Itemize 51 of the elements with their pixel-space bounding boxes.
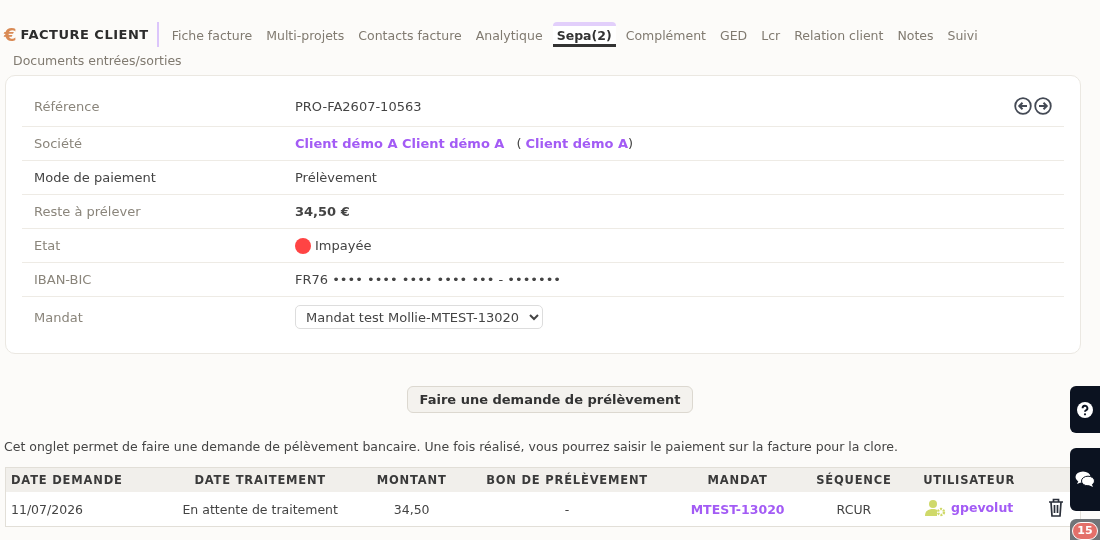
tab[interactable]: Analytique (471, 22, 547, 47)
tab[interactable]: Documents entrées/sorties (9, 47, 186, 72)
field-label: Etat (34, 238, 62, 253)
tab[interactable]: Contacts facture (354, 22, 466, 47)
field-label: Référence (34, 98, 101, 114)
field-label: Mandat (34, 309, 84, 325)
tab[interactable]: Sepa(2) (552, 22, 616, 47)
field-value: PRO-FA2607-10563 (295, 98, 422, 114)
tab[interactable]: Suivi (943, 22, 982, 47)
column-header: MANDAT (673, 467, 802, 492)
column-header: DATE TRAITEMENT (157, 467, 363, 492)
status-text: Impayée (315, 238, 372, 253)
field-value: Prélèvement (295, 170, 377, 185)
tab[interactable]: Fiche facture (167, 22, 257, 47)
table-cell: - (460, 492, 674, 527)
table-cell: 11/07/2026 (5, 492, 158, 527)
field-label: Reste à prélever (34, 204, 142, 219)
tab[interactable]: Lcr (757, 22, 785, 47)
chat-button[interactable] (1070, 448, 1100, 511)
column-header: UTILISATEUR (906, 467, 1032, 492)
field-value: 34,50 € (295, 204, 350, 219)
tab[interactable]: Multi-projets (262, 22, 349, 47)
request-debit-button[interactable]: Faire une demande de prélèvement (406, 386, 694, 413)
field-label: Société (34, 136, 84, 151)
company-link[interactable]: Client démo A Client démo A (295, 136, 505, 151)
euro-icon: € (4, 24, 17, 45)
field-value: FR76 •••• •••• •••• •••• ••• - ••••••• (295, 272, 562, 287)
company-link[interactable]: Client démo A (525, 136, 628, 151)
tab[interactable]: Notes (893, 22, 938, 47)
column-header: DATE DEMANDE (5, 467, 158, 492)
table-cell: En attente de traitement (157, 492, 363, 527)
tab[interactable]: Relation client (790, 22, 888, 47)
chat-icon (1075, 471, 1095, 488)
help-button[interactable] (1070, 386, 1100, 433)
column-header: MONTANT (362, 467, 461, 492)
field-label: IBAN-BIC (34, 272, 93, 287)
mandate-select[interactable]: Mandat test Mollie-MTEST-13020 (295, 305, 543, 329)
user-gear-icon (925, 498, 947, 517)
tab[interactable]: Complément (621, 22, 710, 47)
info-text: Cet onglet permet de faire une demande de pélèvement bancaire. Une fois réalisé, vous pourrez saisir le paiement sur la facture pour la clore. (4, 439, 899, 454)
paren-text: ) (627, 136, 634, 151)
column-header: BON DE PRÉLÈVEMENT (460, 467, 674, 492)
trash-icon[interactable] (1048, 498, 1064, 517)
table-cell: 34,50 (362, 492, 461, 527)
help-icon (1077, 401, 1093, 418)
paren-text: ( (516, 136, 522, 151)
table-cell: RCUR (801, 492, 907, 527)
column-header: SÉQUENCE (801, 467, 907, 492)
page-title: FACTURE CLIENT (20, 27, 149, 42)
field-label: Mode de paiement (34, 170, 157, 185)
tab[interactable]: GED (716, 22, 752, 47)
